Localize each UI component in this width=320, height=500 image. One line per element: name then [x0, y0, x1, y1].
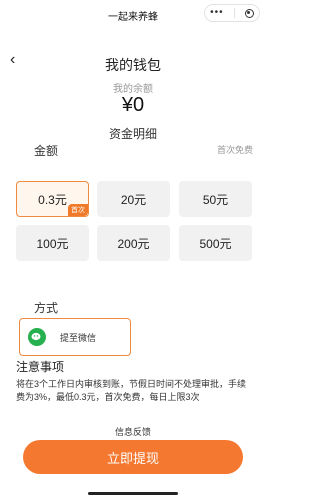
- wechat-method-option[interactable]: 提至微信: [19, 318, 131, 356]
- amount-option-500[interactable]: 500元: [179, 225, 252, 261]
- method-option-label: 提至微信: [60, 332, 97, 343]
- withdraw-now-button[interactable]: 立即提现: [23, 440, 243, 474]
- amount-section-label: 金额: [34, 144, 59, 158]
- amount-label: 20元: [120, 192, 147, 207]
- feedback-link[interactable]: 信息反馈: [0, 425, 266, 438]
- capsule-menu[interactable]: •••: [204, 4, 260, 22]
- amount-label: 200元: [117, 236, 150, 251]
- page-title: 我的钱包: [105, 57, 161, 73]
- amount-option-50[interactable]: 50元: [179, 181, 252, 217]
- more-icon[interactable]: •••: [210, 8, 224, 18]
- first-time-badge: 首次: [68, 204, 88, 216]
- capsule-divider: [233, 8, 235, 18]
- amount-option-200[interactable]: 200元: [97, 225, 170, 261]
- amount-option-20[interactable]: 20元: [97, 181, 170, 217]
- amount-label: 500元: [199, 236, 232, 251]
- close-miniprogram-icon[interactable]: [244, 8, 254, 18]
- home-indicator: [88, 492, 178, 495]
- amount-option-0-3[interactable]: 0.3元 首次: [16, 181, 89, 217]
- notes-title: 注意事项: [16, 360, 65, 374]
- method-section-label: 方式: [34, 301, 59, 315]
- amount-option-100[interactable]: 100元: [16, 225, 89, 261]
- first-free-note: 首次免费: [216, 145, 253, 155]
- amount-label: 50元: [202, 192, 229, 207]
- wechat-icon: [28, 328, 46, 346]
- notes-text: 将在3个工作日内审核到账，节假日时间不处理审批，手续费为3%，最低0.3元，首次…: [16, 379, 247, 402]
- amount-label: 0.3元: [38, 192, 67, 207]
- balance-value: ¥0: [121, 94, 145, 116]
- fund-details-link[interactable]: 资金明细: [0, 125, 266, 142]
- amount-label: 100元: [36, 236, 69, 251]
- balance-label: 我的余额: [113, 84, 153, 95]
